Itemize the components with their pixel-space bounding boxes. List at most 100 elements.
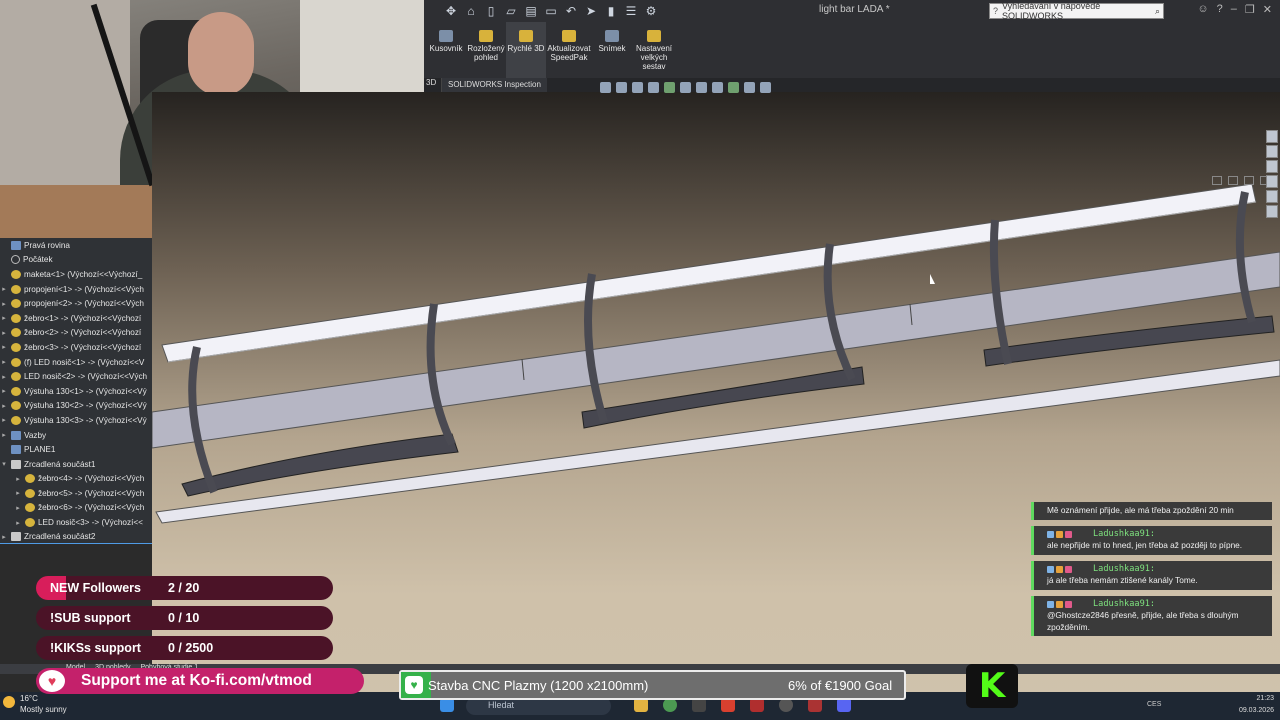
expand-arrow-icon[interactable]: ▾ [0,460,8,468]
nav-icon[interactable]: ✥ [444,4,458,18]
view-settings-icon[interactable] [760,82,771,93]
dynamic-annotation-icon[interactable] [664,82,675,93]
chrome-icon[interactable] [663,698,677,712]
tree-item-label: maketa<1> (Výchozí<<Výchozí_ [24,269,143,279]
solidworks-taskbar-icon[interactable] [808,698,822,712]
tab-3d[interactable]: 3D [424,78,442,92]
tree-item[interactable]: ▸ propojení<2> -> (Výchozí<<Vých [0,296,152,311]
view-orientation-icon[interactable] [680,82,691,93]
search-icon[interactable]: ⌕ [1155,6,1163,17]
tree-item[interactable]: maketa<1> (Výchozí<<Výchozí_ [0,267,152,282]
hide-show-icon[interactable] [712,82,723,93]
start-icon[interactable] [440,698,454,712]
file-properties-icon[interactable]: ☰ [624,4,638,18]
expand-arrow-icon[interactable]: ▸ [0,373,8,381]
open-file-icon[interactable]: ▱ [504,4,518,18]
expand-arrow-icon[interactable]: ▸ [14,519,22,527]
custom-properties-icon[interactable] [1266,205,1278,218]
terminal-icon[interactable] [692,698,706,712]
save-icon[interactable]: ▤ [524,4,538,18]
print-icon[interactable]: ▭ [544,4,558,18]
expand-arrow-icon[interactable]: ▸ [0,387,8,395]
tree-item[interactable]: Počátek [0,253,152,268]
user-icon[interactable]: ☺ [1197,3,1208,16]
restore-icon[interactable]: ❐ [1245,3,1255,16]
design-library-icon[interactable] [1266,145,1278,158]
tree-item[interactable]: ▸ Výstuha 130<2> -> (Výchozí<<Vý [0,399,152,414]
expand-arrow-icon[interactable]: ▸ [0,300,8,308]
ribbon-button-snapshot[interactable]: Snímek [592,22,632,78]
tree-item[interactable]: ▸ Výstuha 130<3> -> (Výchozí<<Vý [0,413,152,428]
app-icon[interactable] [750,698,764,712]
viewport-min-icon[interactable] [1212,176,1222,185]
tree-item[interactable]: ▸ (f) LED nosič<1> -> (Výchozí<<V [0,355,152,370]
tab-solidworks-inspection[interactable]: SOLIDWORKS Inspection [442,78,547,92]
tree-item[interactable]: ▸ žebro<5> -> (Výchozí<<Vých [0,486,152,501]
tree-item[interactable]: Pravá rovina [0,238,152,253]
ribbon-button-exploded-view[interactable]: Rozložený pohled [466,22,506,78]
ribbon-button-large-assembly[interactable]: Nastavení velkých sestav [632,22,676,78]
close-icon[interactable]: ✕ [1263,3,1272,16]
display-style-icon[interactable] [696,82,707,93]
zoom-fit-icon[interactable] [600,82,611,93]
ribbon-button-bom[interactable]: Kusovník [426,22,466,78]
brave-icon[interactable] [721,698,735,712]
tree-item[interactable]: ▸ Zrcadlená součást2 [0,530,152,545]
tree-item[interactable]: ▸ žebro<1> -> (Výchozí<<Výchozí [0,311,152,326]
solidworks-resources-icon[interactable] [1266,130,1278,143]
select-icon[interactable]: ➤ [584,4,598,18]
expand-arrow-icon[interactable]: ▸ [14,489,22,497]
file-explorer-icon[interactable] [1266,160,1278,173]
tree-item[interactable]: ▸ žebro<2> -> (Výchozí<<Výchozí [0,326,152,341]
weather-widget[interactable]: 16°C Mostly sunny [3,693,67,715]
expand-arrow-icon[interactable]: ▸ [14,475,22,483]
expand-arrow-icon[interactable]: ▸ [0,416,8,424]
options-gear-icon[interactable]: ⚙ [644,4,658,18]
zoom-area-icon[interactable] [616,82,627,93]
previous-view-icon[interactable] [632,82,643,93]
minimize-icon[interactable]: – [1231,3,1237,16]
ribbon-button-speedpak[interactable]: Aktualizovat SpeedPak [546,22,592,78]
file-explorer-taskbar-icon[interactable] [634,698,648,712]
help-dropdown-icon[interactable]: ? [1217,3,1223,16]
subscriber-badge-icon [1065,530,1072,538]
expand-arrow-icon[interactable]: ▸ [0,358,8,366]
tree-item[interactable]: ▸ Výstuha 130<1> -> (Výchozí<<Vý [0,384,152,399]
tree-item[interactable]: ▸ LED nosič<3> -> (Výchozí<< [0,515,152,530]
tree-item[interactable]: ▸ žebro<4> -> (Výchozí<<Vých [0,472,152,487]
expand-arrow-icon[interactable]: ▸ [0,402,8,410]
viewport-restore-icon[interactable] [1244,176,1254,185]
tree-item[interactable]: ▸ propojení<1> -> (Výchozí<<Vých [0,282,152,297]
tree-item[interactable]: ▸ LED nosič<2> -> (Výchozí<<Vých [0,369,152,384]
help-search-input[interactable]: ? Vyhledávání v nápovědě SOLIDWORKS ⌕ [989,1,1164,21]
feature-manager-tree: Pravá rovina Počátek maketa<1> (Výchozí<<V… [0,238,152,545]
tree-item[interactable]: ▸ žebro<6> -> (Výchozí<<Vých [0,501,152,516]
expand-arrow-icon[interactable]: ▸ [0,285,8,293]
expand-arrow-icon[interactable]: ▸ [14,504,22,512]
ribbon-button-quick-3d[interactable]: Rychlé 3D [506,22,546,78]
new-file-icon[interactable]: ▯ [484,4,498,18]
appearances-icon[interactable] [1266,190,1278,203]
view-palette-icon[interactable] [1266,175,1278,188]
platform-icon [1047,530,1054,538]
tree-item[interactable]: ▸ Vazby [0,428,152,443]
chat-text: já ale třeba nemám ztišené kanály Tome. [1047,575,1198,585]
discord-icon[interactable] [837,698,851,712]
expand-arrow-icon[interactable]: ▸ [0,329,8,337]
section-view-icon[interactable] [648,82,659,93]
appearance-icon[interactable] [728,82,739,93]
home-icon[interactable]: ⌂ [464,4,478,18]
tree-item[interactable]: ▸ žebro<3> -> (Výchozí<<Výchozí [0,340,152,355]
tree-item[interactable]: PLANE1 [0,442,152,457]
obs-icon[interactable] [779,698,793,712]
expand-arrow-icon[interactable]: ▸ [0,431,8,439]
undo-icon[interactable]: ↶ [564,4,578,18]
rebuild-icon[interactable]: ▮ [604,4,618,18]
tree-item[interactable]: ▾ Zrcadlená součást1 [0,457,152,472]
expand-arrow-icon[interactable]: ▸ [0,343,8,351]
viewport-tile-icon[interactable] [1228,176,1238,185]
subscriber-badge-icon [1065,565,1072,573]
scene-icon[interactable] [744,82,755,93]
expand-arrow-icon[interactable]: ▸ [0,533,8,541]
expand-arrow-icon[interactable]: ▸ [0,314,8,322]
